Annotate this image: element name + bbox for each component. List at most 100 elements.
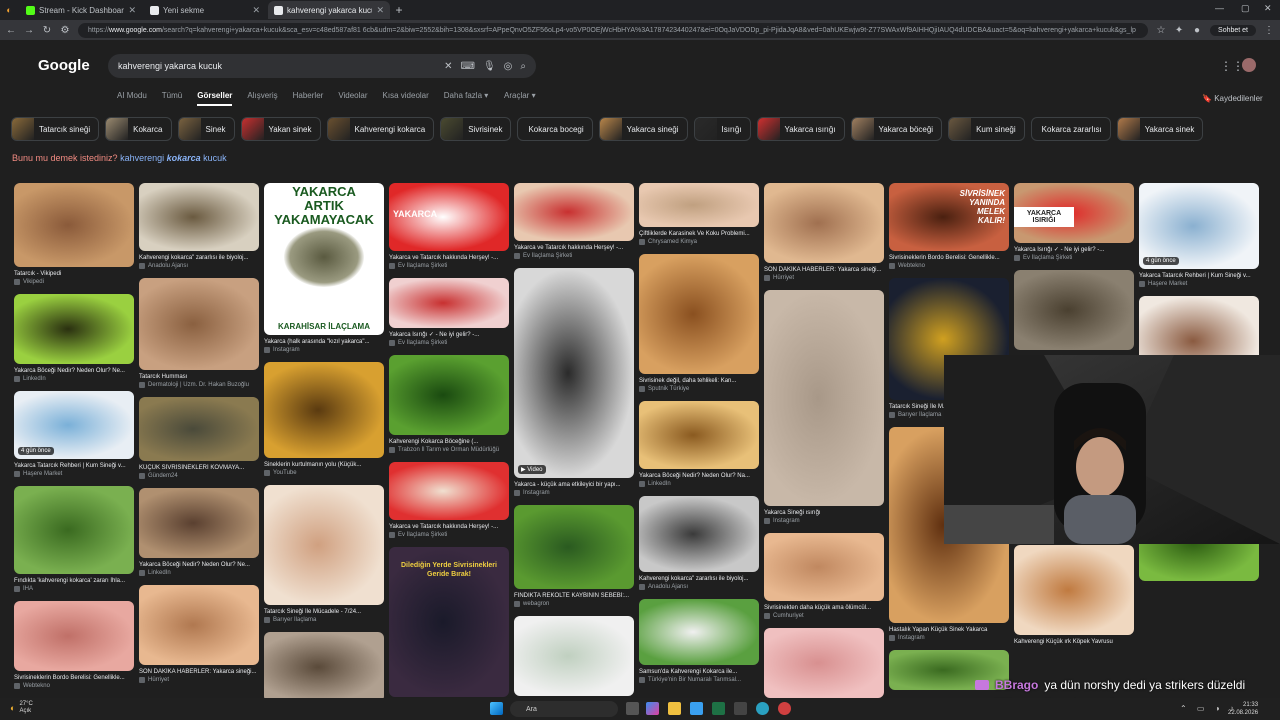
result-caption[interactable]: Sivrisineklerin Bordo Berelisi: Genellik… (889, 254, 1009, 262)
image-search-icon[interactable]: ◎ (504, 61, 513, 72)
result-caption[interactable]: Yakarca Böceği Nedir? Neden Olur? Ne... (14, 367, 134, 375)
image-result[interactable]: Samsun'da Kahverengi Kokarca ile... Türki… (639, 599, 759, 684)
result-thumbnail[interactable] (14, 294, 134, 364)
result-thumbnail[interactable]: YAKARCA ISIRIĞI (1014, 183, 1134, 243)
result-caption[interactable]: Yakarca - küçük ama etkileyici bir yapı.… (514, 481, 634, 489)
result-thumbnail[interactable]: SİVRİSİNEK YANINDA MELEK KALIR! (889, 183, 1009, 251)
image-result[interactable]: Fındıkta 'kahverengi kokarca' zararı İhl… (14, 486, 134, 593)
result-source[interactable]: Ev İlaçlama Şirketi (514, 252, 634, 260)
result-source[interactable]: Vikipedi (14, 278, 134, 286)
start-icon[interactable] (490, 702, 503, 715)
suggestion-link[interactable]: kahverengi kokarca kucuk (120, 153, 227, 163)
result-source[interactable]: Instagram (764, 517, 884, 525)
related-chip[interactable]: Sinek (177, 117, 235, 141)
result-thumbnail[interactable] (764, 183, 884, 263)
result-thumbnail[interactable]: YAKARCA (389, 183, 509, 251)
result-caption[interactable]: Kahverengi kokarca" zararlısı ile biyolo… (139, 254, 259, 262)
result-source[interactable]: Sputnik Türkiye (639, 385, 759, 393)
result-thumbnail[interactable] (764, 290, 884, 506)
result-source[interactable]: Instagram (264, 346, 384, 354)
result-source[interactable]: Türkiye'nin Bir Numaralı Tarımsal... (639, 676, 759, 684)
related-chip[interactable]: Kum sineği (948, 117, 1025, 141)
clock[interactable]: 21:33 22.08.2026 (1228, 701, 1258, 717)
result-caption[interactable]: Yakarca Tatarcık Rehberi | Kum Sineği v.… (14, 462, 134, 470)
edge-icon[interactable] (756, 702, 769, 715)
tab-close-icon[interactable]: ✕ (252, 5, 260, 16)
reload-icon[interactable]: ↻ (42, 25, 52, 36)
result-thumbnail[interactable] (139, 585, 259, 665)
result-caption[interactable]: SON DAKİKA HABERLER: Yakarca sineği... (139, 668, 259, 676)
result-thumbnail[interactable] (639, 599, 759, 665)
result-source[interactable]: Chrysamed Kimya (639, 238, 759, 246)
search-input[interactable]: kahverengi yakarca kucuk (118, 61, 436, 71)
result-source[interactable]: Ev İlaçlama Şirketi (1014, 254, 1134, 262)
result-caption[interactable]: Yakarca (halk arasında "kızıl yakarca"..… (264, 338, 384, 346)
related-chip[interactable]: Sivrisinek (440, 117, 512, 141)
result-source[interactable]: Webtekno (889, 262, 1009, 270)
result-source[interactable]: Dermatoloji | Uzm. Dr. Hakan Buzoğlu (139, 381, 259, 389)
image-result[interactable]: Tatarcık Humması Dermatoloji | Uzm. Dr. H… (139, 278, 259, 389)
result-caption[interactable]: Tatarcık Humması (139, 373, 259, 381)
image-result[interactable]: 4 gün önce Yakarca Tatarcık Rehberi | Kum… (14, 391, 134, 478)
result-source[interactable]: LinkedIn (639, 480, 759, 488)
result-caption[interactable]: Kahverengi Küçük ırk Köpek Yavrusu (1014, 638, 1134, 646)
result-thumbnail[interactable]: 4 gün önce (14, 391, 134, 459)
keyboard-icon[interactable]: ⌨ (461, 61, 475, 72)
result-caption[interactable]: Kahverengi kokarca" zararlısı ile biyolo… (639, 575, 759, 583)
app-icon[interactable] (734, 702, 747, 715)
result-thumbnail[interactable]: ▶ Video (514, 268, 634, 478)
tools-menu[interactable]: Araçlar ▾ (504, 91, 536, 100)
result-source[interactable]: Gündem24 (139, 472, 259, 480)
result-source[interactable]: Instagram (514, 489, 634, 497)
browser-tab[interactable]: Stream - Kick Dashboard ✕ (20, 1, 142, 19)
search-tab[interactable]: Görseller (197, 91, 233, 106)
result-caption[interactable]: Hastalık Yapan Küçük Sinek Yakarca (889, 626, 1009, 634)
result-source[interactable]: Haşere Market (14, 470, 134, 478)
result-thumbnail[interactable] (764, 533, 884, 601)
minimize-icon[interactable]: — (1215, 3, 1224, 13)
result-caption[interactable]: Yakarca Böceği Nedir? Neden Olur? Ne... (139, 561, 259, 569)
image-result[interactable]: Kahverengi Küçük ırk Köpek Yavrusu (1014, 545, 1134, 646)
result-thumbnail[interactable] (14, 486, 134, 574)
image-result[interactable]: KÜÇÜK SİVRİSİNEKLERİ KOVMAYA... Gündem24 (139, 397, 259, 480)
result-source[interactable]: LinkedIn (14, 375, 134, 383)
result-thumbnail[interactable] (389, 462, 509, 520)
related-chip[interactable]: Yakan sinek (240, 117, 321, 141)
result-thumbnail[interactable] (389, 278, 509, 328)
result-caption[interactable]: Yakarca ve Tatarcık hakkında Herşey! -..… (514, 244, 634, 252)
result-thumbnail[interactable] (1014, 270, 1134, 350)
result-source[interactable]: Barıyer İlaçlama (264, 616, 384, 624)
result-source[interactable]: Ev İlaçlama Şirketi (389, 339, 509, 347)
result-thumbnail[interactable] (764, 628, 884, 698)
result-thumbnail[interactable] (1014, 545, 1134, 635)
search-tab[interactable]: Alışveriş (247, 91, 277, 106)
result-thumbnail[interactable] (139, 397, 259, 461)
back-icon[interactable]: ← (6, 25, 16, 36)
voice-search-icon[interactable]: 🎙 (483, 61, 496, 72)
image-result[interactable]: Yakarca Böceği Nedir? Neden Olur? Ne... L… (139, 488, 259, 577)
result-thumbnail[interactable] (139, 278, 259, 370)
result-source[interactable]: Anadolu Ajansı (639, 583, 759, 591)
browser-tab[interactable]: kahverengi yakarca kucuk - Google ✕ (268, 1, 390, 19)
result-source[interactable]: Hürriyet (764, 274, 884, 282)
related-chip[interactable]: Isırığı (693, 117, 751, 141)
image-result[interactable]: Sineklerin kurtulmanın yolu (Küçük... You… (264, 362, 384, 477)
result-caption[interactable]: Yakarca Tatarcık Rehberi | Kum Sineği v.… (1139, 272, 1259, 280)
search-tab[interactable]: Tümü (162, 91, 182, 106)
browser-menu-icon[interactable]: ◐ (0, 5, 18, 15)
image-result[interactable]: Tatarcık - Vikipedi Vikipedi (14, 183, 134, 286)
result-thumbnail[interactable] (514, 505, 634, 589)
result-source[interactable]: LinkedIn (139, 569, 259, 577)
image-result[interactable]: 4 gün önce Yakarca Tatarcık Rehberi | Kum… (1139, 183, 1259, 288)
result-source[interactable]: Webtekno (14, 682, 134, 690)
related-chip[interactable]: Kahverengi kokarca (326, 117, 435, 141)
result-source[interactable]: Hürriyet (139, 676, 259, 684)
image-result[interactable]: Çiftliklerde Karasinek Ve Koku Problemi.… (639, 183, 759, 246)
image-result[interactable]: Kahverengi Kokarca Böceğine (... Trabzon … (389, 355, 509, 454)
result-thumbnail[interactable] (264, 362, 384, 458)
google-logo[interactable]: Google (38, 57, 90, 74)
search-tab[interactable]: AI Modu (117, 91, 147, 106)
result-thumbnail[interactable] (264, 485, 384, 605)
url-field[interactable]: https://www.google.com/search?q=kahveren… (78, 22, 1149, 38)
related-chip[interactable]: Yakarca sinek (1116, 117, 1204, 141)
